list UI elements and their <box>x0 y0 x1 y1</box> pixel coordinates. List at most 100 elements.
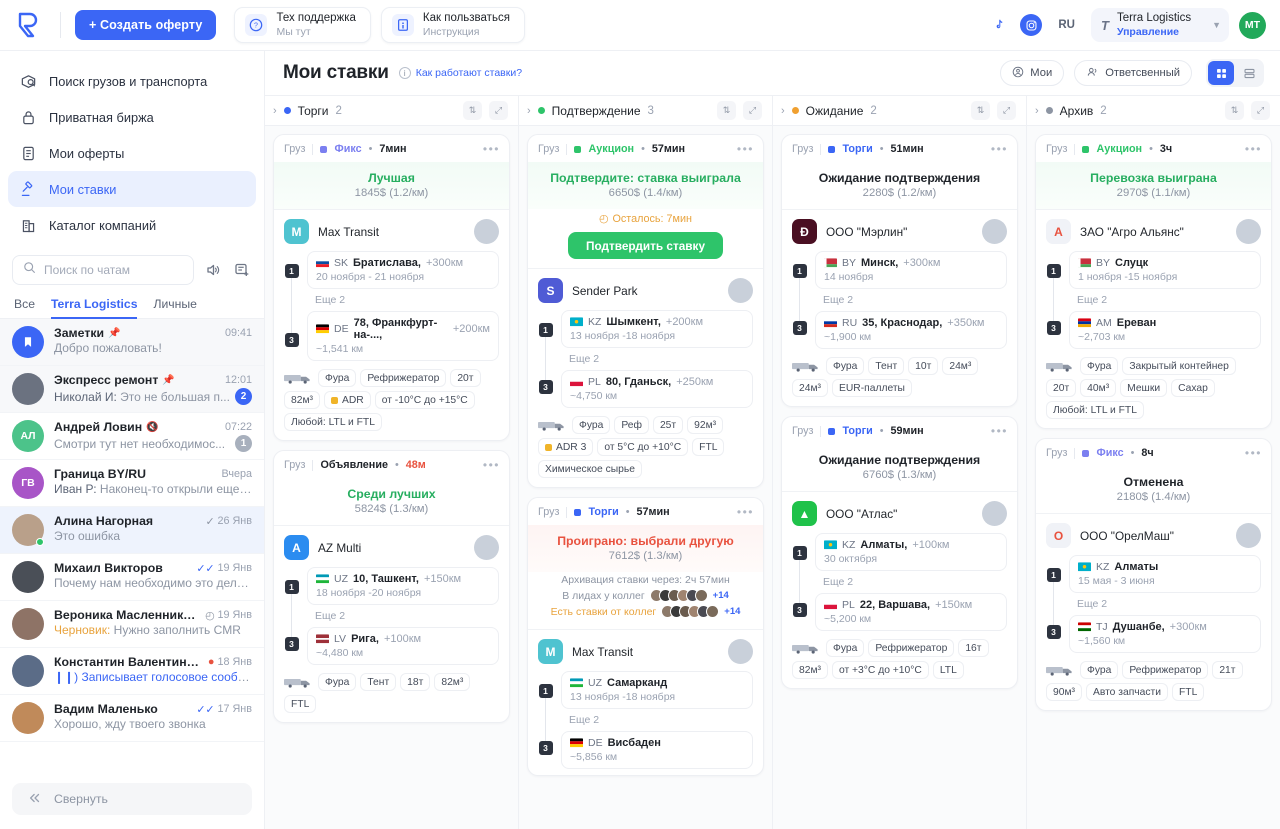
chat-search-input[interactable] <box>44 263 183 277</box>
alert-icon: ● <box>207 656 215 668</box>
create-offer-button[interactable]: + Создать оферту <box>75 10 217 40</box>
bid-card[interactable]: Груз Фикс • 7мин ••• Лучшая 1845$ (1.2/км) M Max… <box>273 134 510 441</box>
card-menu-icon[interactable]: ••• <box>991 424 1008 438</box>
bid-card[interactable]: Груз Аукцион • 3ч ••• Перевозка выиграна 2970$… <box>1035 134 1272 429</box>
card-responsible-avatar[interactable] <box>1236 219 1261 244</box>
list-view-icon[interactable] <box>1236 61 1262 85</box>
more-stops-link[interactable]: Еще 2 <box>561 348 753 370</box>
route-stop[interactable]: DE Висбаден ~5,856 км <box>561 731 753 769</box>
chevron-right-icon[interactable]: › <box>1035 105 1039 117</box>
filter-mine-button[interactable]: Мои <box>1000 60 1065 86</box>
more-stops-link[interactable]: Еще 2 <box>561 709 753 731</box>
bid-card[interactable]: Груз Аукцион • 57мин ••• Подтвердите: ставка … <box>527 134 764 488</box>
card-menu-icon[interactable]: ••• <box>737 142 754 156</box>
route-stop[interactable]: TJ Душанбе, +300км ~1,560 км <box>1069 615 1261 653</box>
route-stop[interactable]: DE 78, Франкфурт-на-..., +200км ~1,541 км <box>307 311 499 361</box>
organization-switcher[interactable]: T Terra Logistics Управление ▼ <box>1091 8 1229 42</box>
route-stop[interactable]: PL 22, Варшава, +150км ~5,200 км <box>815 593 1007 631</box>
card-company-row: M Max Transit <box>274 210 509 251</box>
chat-list-item[interactable]: Вероника Масленникова ◴ 19 Янв Черновик: Ну… <box>0 601 264 648</box>
chat-list-item[interactable]: Экспресс ремонт 📌 12:01 Николай И: Это не б… <box>0 366 264 413</box>
card-responsible-avatar[interactable] <box>982 219 1007 244</box>
card-menu-icon[interactable]: ••• <box>483 142 500 156</box>
chat-list-item[interactable]: Заметки 📌 09:41 Добро пожаловать! <box>0 319 264 366</box>
route-stop[interactable]: BY Слуцк 1 ноября -15 ноября <box>1069 251 1261 289</box>
app-logo-icon[interactable] <box>12 10 46 40</box>
card-responsible-avatar[interactable] <box>728 639 753 664</box>
route-stop[interactable]: LV Рига, +100км ~4,480 км <box>307 627 499 665</box>
expand-icon[interactable]: ⤢ <box>743 101 762 120</box>
instagram-icon[interactable] <box>1020 14 1043 36</box>
card-responsible-avatar[interactable] <box>474 535 499 560</box>
bid-card[interactable]: Груз Торги • 51мин ••• Ожидание подтверждения… <box>781 134 1018 407</box>
chat-list-item[interactable]: ГВ Граница BY/RU Вчера Иван Р: Наконец-то о… <box>0 460 264 507</box>
route-stop[interactable]: AM Ереван ~2,703 км <box>1069 311 1261 349</box>
card-menu-icon[interactable]: ••• <box>737 505 754 519</box>
collapse-sidebar-button[interactable]: Свернуть <box>12 783 252 815</box>
card-menu-icon[interactable]: ••• <box>991 142 1008 156</box>
expand-icon[interactable]: ⤢ <box>489 101 508 120</box>
tech-support-button[interactable]: ? Тех поддержка Мы тут <box>234 7 371 43</box>
bid-card[interactable]: Груз Торги • 59мин ••• Ожидание подтверждения… <box>781 416 1018 689</box>
more-stops-link[interactable]: Еще 2 <box>307 605 499 627</box>
route-stop[interactable]: BY Минск, +300км 14 ноября <box>815 251 1007 289</box>
route-stop[interactable]: UZ Самарканд 13 ноября -18 ноября <box>561 671 753 709</box>
chat-list-item[interactable]: Михаил Викторов ✓✓ 19 Янв Почему нам необхо… <box>0 554 264 601</box>
route-stop[interactable]: SK Братислава, +300км 20 ноября - 21 ноября <box>307 251 499 289</box>
bid-card[interactable]: Груз Фикс • 8ч ••• Отменена 2180$ (1.4/км) O ООО… <box>1035 438 1272 711</box>
sidebar-item-5[interactable]: Каталог компаний <box>8 207 256 243</box>
filter-responsible-button[interactable]: Ответсвенный <box>1074 60 1192 86</box>
route-stop[interactable]: PL 80, Гданьск, +250км ~4,750 км <box>561 370 753 408</box>
sidebar-item-3[interactable]: Мои оферты <box>8 135 256 171</box>
sort-icon[interactable]: ⇅ <box>1225 101 1244 120</box>
confirm-bid-button[interactable]: Подтвердить ставку <box>567 232 724 259</box>
more-stops-link[interactable]: Еще 2 <box>1069 289 1261 311</box>
route-stop[interactable]: KZ Алматы, +100км 30 октября <box>815 533 1007 571</box>
sort-icon[interactable]: ⇅ <box>971 101 990 120</box>
chat-list-item[interactable]: АЛ Андрей Ловин 🔇 07:22 Смотри тут нет необх… <box>0 413 264 460</box>
bid-card[interactable]: Груз Объявление • 48м ••• Среди лучших 5824$ (… <box>273 450 510 723</box>
chat-list[interactable]: Заметки 📌 09:41 Добро пожаловать! Экспресс р… <box>0 319 264 773</box>
sidebar-item-1[interactable]: Поиск грузов и транспорта <box>8 63 256 99</box>
expand-icon[interactable]: ⤢ <box>1251 101 1270 120</box>
card-menu-icon[interactable]: ••• <box>1245 446 1262 460</box>
tiktok-icon[interactable] <box>988 14 1010 36</box>
chat-search-box[interactable] <box>12 255 194 285</box>
sort-icon[interactable]: ⇅ <box>463 101 482 120</box>
how-to-use-button[interactable]: Как пользваться Инструкция <box>380 7 525 43</box>
expand-icon[interactable]: ⤢ <box>997 101 1016 120</box>
route-stop[interactable]: KZ Шымкент, +200км 13 ноября -18 ноября <box>561 310 753 348</box>
grid-view-icon[interactable] <box>1208 61 1234 85</box>
chat-tab-2[interactable]: Terra Logistics <box>51 297 138 319</box>
chat-tab-3[interactable]: Личные <box>153 297 196 318</box>
sidebar-item-4[interactable]: Мои ставки <box>8 171 256 207</box>
chat-list-item[interactable]: Алина Нагорная ✓ 26 Янв Это ошибка <box>0 507 264 554</box>
chevron-right-icon[interactable]: › <box>781 105 785 117</box>
more-stops-link[interactable]: Еще 2 <box>815 571 1007 593</box>
chat-list-item[interactable]: Вадим Маленько ✓✓ 17 Янв Хорошо, жду твоего… <box>0 695 264 742</box>
chevron-right-icon[interactable]: › <box>527 105 531 117</box>
how-bids-work-link[interactable]: i Как работают ставки? <box>398 67 522 79</box>
route-stop[interactable]: UZ 10, Ташкент, +150км 18 ноября -20 ноября <box>307 567 499 605</box>
card-responsible-avatar[interactable] <box>474 219 499 244</box>
card-menu-icon[interactable]: ••• <box>1245 142 1262 156</box>
more-stops-link[interactable]: Еще 2 <box>815 289 1007 311</box>
new-chat-icon[interactable] <box>232 260 252 280</box>
user-avatar[interactable]: MT <box>1239 11 1266 39</box>
sort-icon[interactable]: ⇅ <box>717 101 736 120</box>
sidebar-item-2[interactable]: Приватная биржа <box>8 99 256 135</box>
route-stop[interactable]: KZ Алматы 15 мая - 3 июня <box>1069 555 1261 593</box>
card-menu-icon[interactable]: ••• <box>483 458 500 472</box>
card-responsible-avatar[interactable] <box>1236 523 1261 548</box>
card-responsible-avatar[interactable] <box>728 278 753 303</box>
chat-tab-1[interactable]: Все <box>14 297 35 318</box>
card-responsible-avatar[interactable] <box>982 501 1007 526</box>
chat-list-item[interactable]: Константин Валентинови... ● 18 Янв ❙❙) Запи… <box>0 648 264 695</box>
bid-card[interactable]: Груз Торги • 57мин ••• Проиграно: выбрали дру… <box>527 497 764 776</box>
speaker-icon[interactable] <box>203 260 223 280</box>
more-stops-link[interactable]: Еще 2 <box>307 289 499 311</box>
route-stop[interactable]: RU 35, Краснодар, +350км ~1,900 км <box>815 311 1007 349</box>
chevron-right-icon[interactable]: › <box>273 105 277 117</box>
language-switcher[interactable]: RU <box>1052 19 1081 31</box>
more-stops-link[interactable]: Еще 2 <box>1069 593 1261 615</box>
